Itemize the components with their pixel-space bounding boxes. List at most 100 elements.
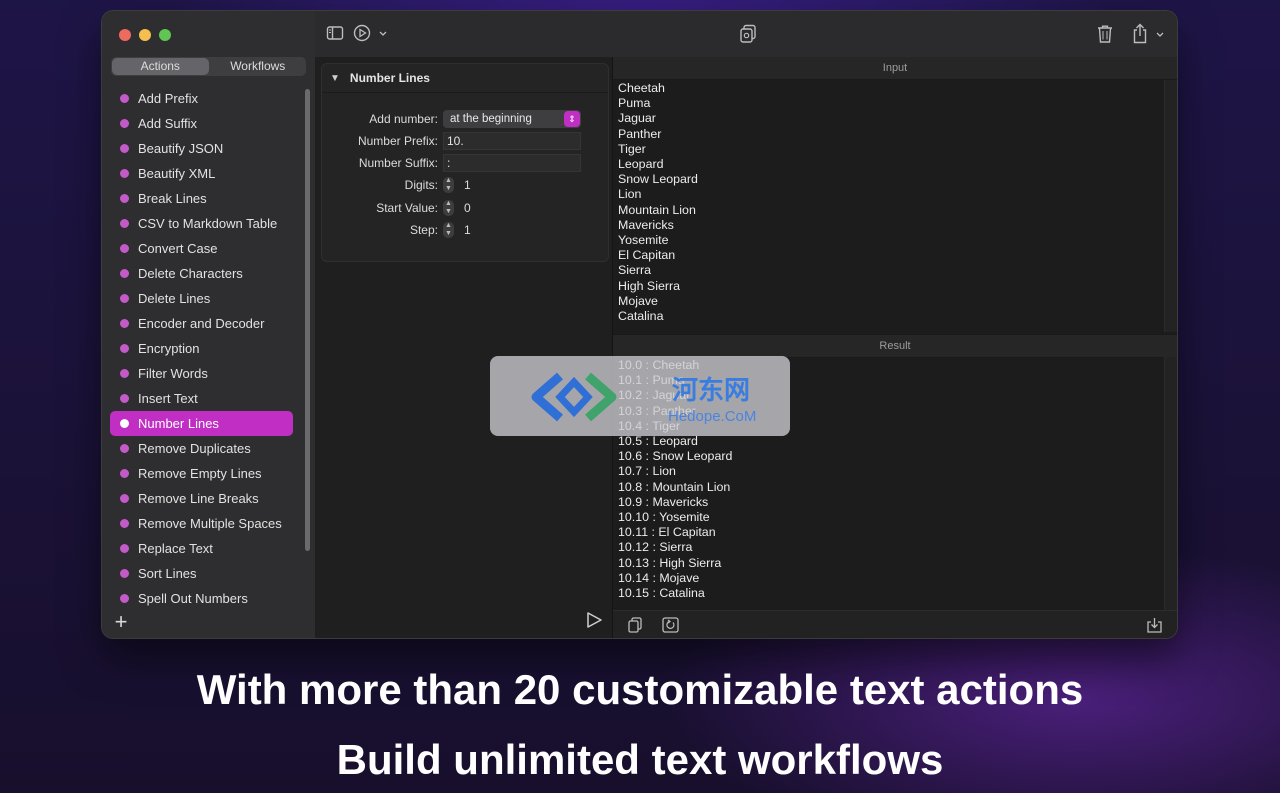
action-label: Filter Words [138,366,208,381]
action-dot-icon [120,519,129,528]
action-item[interactable]: CSV to Markdown Table [110,211,293,236]
action-item[interactable]: Encoder and Decoder [110,311,293,336]
action-label: Remove Multiple Spaces [138,516,282,531]
action-label: Add Prefix [138,91,198,106]
action-dot-icon [120,594,129,603]
action-label: Beautify JSON [138,141,224,156]
trash-icon[interactable] [1096,24,1114,49]
input-line: Panther [618,126,662,141]
action-item[interactable]: Remove Multiple Spaces [110,511,293,536]
action-dot-icon [120,344,129,353]
action-dot-icon [120,444,129,453]
sidebar-scrollbar[interactable] [305,89,310,551]
input-line: Sierra [618,263,652,278]
action-dot-icon [120,494,129,503]
action-dot-icon [120,94,129,103]
digits-value: 1 [464,178,471,192]
result-line: 10.7 : Lion [618,464,676,479]
action-item[interactable]: Encryption [110,336,293,361]
action-item[interactable]: Beautify JSON [110,136,293,161]
action-item[interactable]: Remove Duplicates [110,436,293,461]
prefix-field[interactable]: 10. [443,132,581,150]
input-scrollbar[interactable] [1164,80,1177,332]
start-value-stepper[interactable]: ▲ ▼ [443,200,454,216]
action-item[interactable]: Insert Text [110,386,293,411]
copy-result-icon[interactable] [627,617,643,638]
action-item[interactable]: Break Lines [110,186,293,211]
play-icon[interactable] [585,611,603,634]
action-dot-icon [120,319,129,328]
input-line: El Capitan [618,248,676,263]
step-stepper[interactable]: ▲ ▼ [443,222,454,238]
step-value: 1 [464,223,471,237]
suffix-field[interactable]: : [443,154,581,172]
save-icon[interactable] [1146,617,1163,638]
action-item[interactable]: Delete Lines [110,286,293,311]
action-settings-column: ▼ Number Lines Add number: at the beginn… [315,57,613,638]
action-item[interactable]: Sort Lines [110,561,293,586]
add-number-popup[interactable]: at the beginning ⇕ [443,110,581,128]
step-row: Step: ▲ ▼ 1 [322,220,608,240]
app-window: Actions Workflows Add Prefix Add Suffix Be… [102,11,1177,638]
add-icon[interactable]: + [111,611,131,633]
action-item[interactable]: Number Lines [110,411,293,436]
card-header[interactable]: ▼ Number Lines [322,64,608,93]
replace-input-icon[interactable] [662,617,679,638]
toolbar [315,11,1177,58]
action-label: CSV to Markdown Table [138,216,278,231]
action-item[interactable]: Spell Out Numbers [110,586,293,611]
suffix-label: Number Suffix: [358,156,438,170]
result-line: 10.14 : Mojave [618,570,700,585]
zoom-window-button[interactable] [159,29,171,41]
action-dot-icon [120,244,129,253]
disclosure-triangle-icon[interactable]: ▼ [330,73,340,84]
action-label: Delete Characters [138,266,243,281]
result-scrollbar[interactable] [1164,357,1177,610]
close-window-button[interactable] [119,29,131,41]
result-line: 10.12 : Sierra [618,540,693,555]
digits-stepper[interactable]: ▲ ▼ [443,177,454,193]
action-dot-icon [120,569,129,578]
add-number-value: at the beginning [450,113,532,125]
action-item[interactable]: Beautify XML [110,161,293,186]
prefix-label: Number Prefix: [357,134,438,148]
result-bottom-bar [613,610,1177,638]
action-label: Sort Lines [138,566,197,581]
input-line: Yosemite [618,233,669,248]
run-mode-icon[interactable] [353,24,389,47]
result-line: 10.9 : Mavericks [618,494,709,509]
result-header: Result [613,334,1177,358]
result-line: 10.11 : El Capitan [618,525,716,540]
sidebar-toggle-icon[interactable] [326,25,344,46]
tab-workflows[interactable]: Workflows [210,57,307,76]
minimize-window-button[interactable] [139,29,151,41]
share-icon[interactable] [1131,23,1167,50]
start-value: 0 [464,201,471,215]
action-dot-icon [120,469,129,478]
input-line: Cheetah [618,81,665,95]
watermark-subtitle: Hedope.CoM [668,408,757,425]
sidebar: Actions Workflows Add Prefix Add Suffix Be… [102,11,316,638]
action-item[interactable]: Add Suffix [110,111,293,136]
action-dot-icon [120,394,129,403]
number-lines-card: ▼ Number Lines Add number: at the beginn… [321,63,609,262]
action-label: Remove Empty Lines [138,466,262,481]
action-item[interactable]: Convert Case [110,236,293,261]
prefix-row: Number Prefix: 10. [322,131,608,151]
action-item[interactable]: Delete Characters [110,261,293,286]
input-text-area[interactable]: Cheetah Puma Jaguar Panther Tiger Leopard Snow… [618,81,698,324]
window-controls [119,29,171,41]
add-number-label: Add number: [369,112,438,126]
tab-actions[interactable]: Actions [112,58,209,75]
action-dot-icon [120,369,129,378]
action-label: Beautify XML [138,166,216,181]
action-label: Spell Out Numbers [138,591,248,606]
input-line: Puma [618,96,651,111]
input-line: Leopard [618,157,664,172]
action-item[interactable]: Remove Empty Lines [110,461,293,486]
action-item[interactable]: Remove Line Breaks [110,486,293,511]
action-item[interactable]: Add Prefix [110,86,293,111]
action-item[interactable]: Filter Words [110,361,293,386]
clipboard-icon[interactable] [739,24,757,49]
action-item[interactable]: Replace Text [110,536,293,561]
